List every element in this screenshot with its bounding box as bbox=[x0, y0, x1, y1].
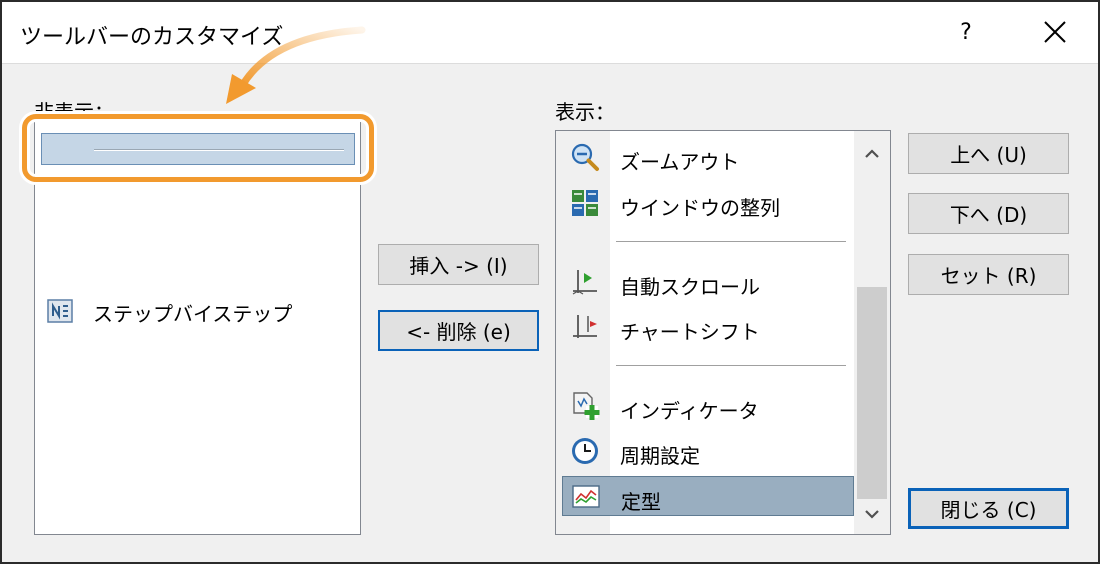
hidden-item-label: ステップバイステップ bbox=[93, 302, 293, 326]
title-bar: ツールバーのカスタマイズ ? bbox=[2, 2, 1098, 64]
templates-icon bbox=[572, 485, 600, 508]
pointer-arrow-icon bbox=[226, 26, 366, 104]
hidden-list-item[interactable]: ステップバイステップ bbox=[41, 293, 355, 329]
move-down-button[interactable]: 下へ (D) bbox=[908, 193, 1069, 234]
delete-button[interactable]: <- 削除 (e) bbox=[378, 310, 539, 351]
chart-shift-icon bbox=[573, 315, 597, 338]
shown-buttons-list[interactable]: ズームアウト ウインドウの整列 自動スクロール チャートシフト インディケータ … bbox=[555, 130, 891, 535]
close-icon bbox=[1044, 21, 1066, 43]
shown-list-item-chart-shift[interactable]: チャートシフト bbox=[562, 307, 854, 347]
move-up-button[interactable]: 上へ (U) bbox=[908, 133, 1069, 174]
step-by-step-icon bbox=[47, 299, 73, 323]
reset-button[interactable]: セット (R) bbox=[908, 254, 1069, 295]
shown-separator[interactable] bbox=[616, 241, 846, 243]
indicators-icon bbox=[573, 392, 600, 420]
scroll-up-icon[interactable] bbox=[857, 139, 887, 169]
highlight-callout bbox=[22, 114, 374, 182]
insert-button[interactable]: 挿入 -> (I) bbox=[378, 244, 539, 285]
shown-item-label: ウインドウの整列 bbox=[620, 196, 780, 220]
scroll-down-icon[interactable] bbox=[857, 499, 887, 529]
shown-list-item-periodicity[interactable]: 周期設定 bbox=[562, 431, 854, 471]
shown-item-label: インディケータ bbox=[620, 399, 759, 423]
shown-list-item-indicators[interactable]: インディケータ bbox=[562, 386, 854, 426]
shown-item-label: 定型 bbox=[621, 490, 661, 514]
zoom-out-icon bbox=[571, 143, 599, 171]
customize-toolbar-dialog: ツールバーのカスタマイズ ? 非表示： ステップバイステップ 挿入 -> (I)… bbox=[0, 0, 1100, 564]
close-button[interactable]: 閉じる (C) bbox=[908, 488, 1069, 529]
close-window-button[interactable] bbox=[1028, 10, 1082, 56]
shown-list-item-zoom-out[interactable]: ズームアウト bbox=[562, 137, 854, 177]
shown-item-label: ズームアウト bbox=[620, 150, 740, 174]
hidden-buttons-list[interactable]: ステップバイステップ bbox=[34, 120, 361, 535]
vertical-scrollbar[interactable] bbox=[854, 131, 890, 534]
scrollbar-thumb[interactable] bbox=[857, 287, 887, 499]
shown-separator[interactable] bbox=[616, 365, 846, 367]
shown-list-item-tile-windows[interactable]: ウインドウの整列 bbox=[562, 183, 854, 223]
tile-windows-icon bbox=[572, 190, 598, 216]
shown-item-label: 自動スクロール bbox=[620, 275, 760, 299]
periodicity-icon bbox=[572, 438, 598, 464]
shown-list-item-templates[interactable]: 定型 bbox=[562, 476, 854, 516]
shown-label: 表示： bbox=[555, 100, 615, 124]
shown-list-item-auto-scroll[interactable]: 自動スクロール bbox=[562, 262, 854, 302]
shown-item-label: チャートシフト bbox=[620, 320, 760, 344]
shown-item-label: 周期設定 bbox=[620, 444, 700, 468]
auto-scroll-icon bbox=[572, 270, 597, 295]
help-button[interactable]: ? bbox=[946, 10, 986, 56]
